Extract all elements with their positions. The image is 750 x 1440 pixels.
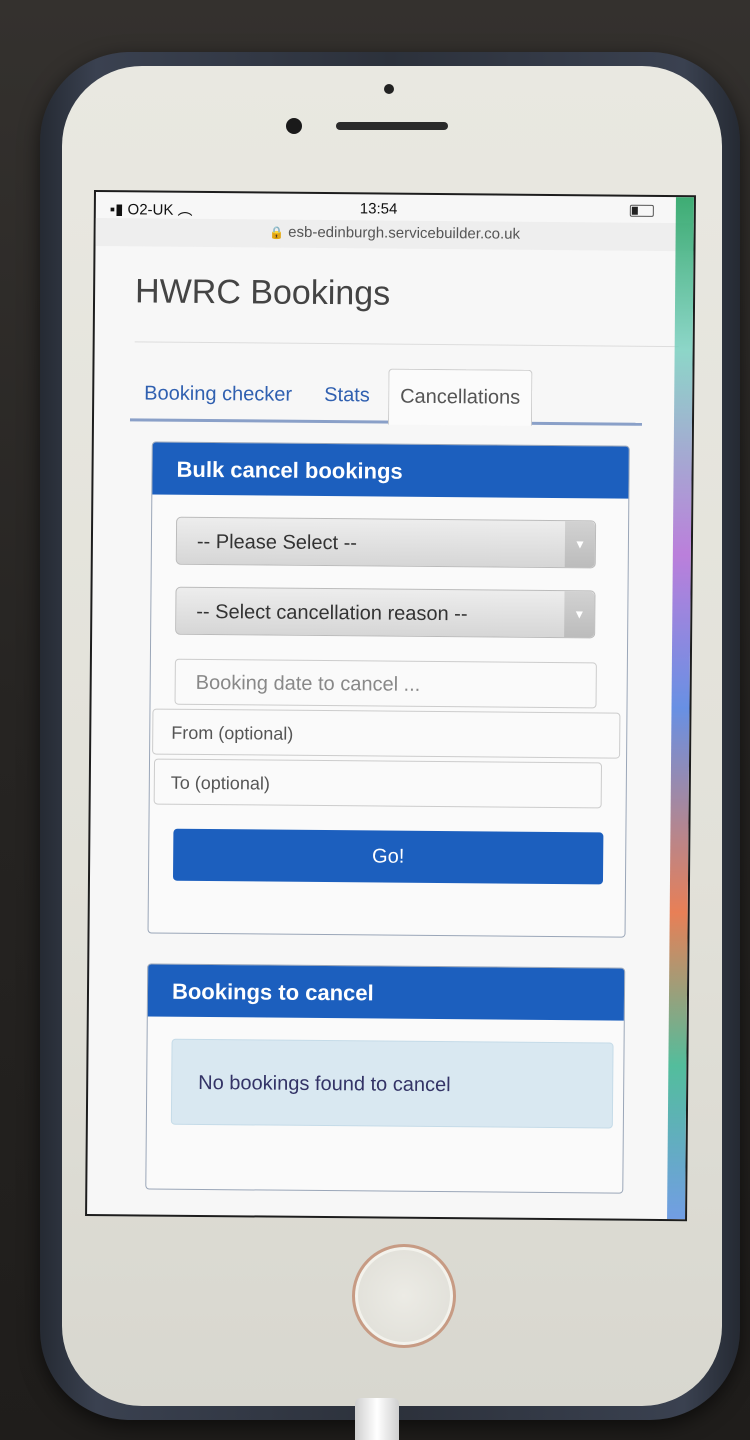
page-title: HWRC Bookings xyxy=(134,272,391,313)
to-date-input[interactable]: To (optional) xyxy=(153,758,603,809)
bookings-to-cancel-panel: Bookings to cancel No bookings found to … xyxy=(145,963,626,1194)
front-camera xyxy=(286,118,302,134)
go-button[interactable]: Go! xyxy=(172,828,604,885)
signal-carrier: ▪▮ O2-UK ︵ xyxy=(110,198,193,220)
reason-select[interactable]: -- Select cancellation reason -- ▼ xyxy=(175,586,596,639)
bulk-cancel-panel: Bulk cancel bookings -- Please Select --… xyxy=(147,441,630,938)
chevron-down-icon: ▼ xyxy=(564,521,596,568)
carrier-label: O2-UK xyxy=(127,201,174,219)
panel-title: Bookings to cancel xyxy=(147,964,625,1021)
chevron-down-icon: ▼ xyxy=(564,591,595,638)
signal-icon: ▪▮ xyxy=(109,201,128,219)
status-bar: ▪▮ O2-UK ︵ 13:54 xyxy=(96,192,694,225)
home-button[interactable] xyxy=(352,1244,456,1348)
earpiece-speaker xyxy=(336,122,448,130)
tab-cancellations[interactable]: Cancellations xyxy=(387,368,533,426)
battery-icon xyxy=(629,204,654,217)
site-select[interactable]: -- Please Select -- ▼ xyxy=(175,516,597,569)
empty-state-alert: No bookings found to cancel xyxy=(170,1038,614,1129)
proximity-sensor xyxy=(384,84,394,94)
phone-screen: ▪▮ O2-UK ︵ 13:54 🔒 esb-edinburgh.serviceb… xyxy=(85,190,696,1222)
tab-stats[interactable]: Stats xyxy=(324,368,370,420)
booking-date-input[interactable]: Booking date to cancel ... xyxy=(174,658,597,709)
tab-booking-checker[interactable]: Booking checker xyxy=(144,366,292,419)
wifi-icon: ︵ xyxy=(173,201,193,219)
reason-select-value: -- Select cancellation reason -- xyxy=(196,600,468,626)
photo-scene: ▪▮ O2-UK ︵ 13:54 🔒 esb-edinburgh.serviceb… xyxy=(0,0,750,1440)
status-time: 13:54 xyxy=(359,200,398,218)
panel-title: Bulk cancel bookings xyxy=(152,442,629,499)
url-text: esb-edinburgh.servicebuilder.co.uk xyxy=(288,223,521,243)
tab-bar: Booking checker Stats Cancellations xyxy=(134,366,692,426)
lock-icon: 🔒 xyxy=(269,225,285,240)
charging-cable xyxy=(355,1398,399,1440)
from-date-input[interactable]: From (optional) xyxy=(152,708,621,759)
site-select-value: -- Please Select -- xyxy=(196,530,358,555)
title-divider xyxy=(134,341,679,348)
